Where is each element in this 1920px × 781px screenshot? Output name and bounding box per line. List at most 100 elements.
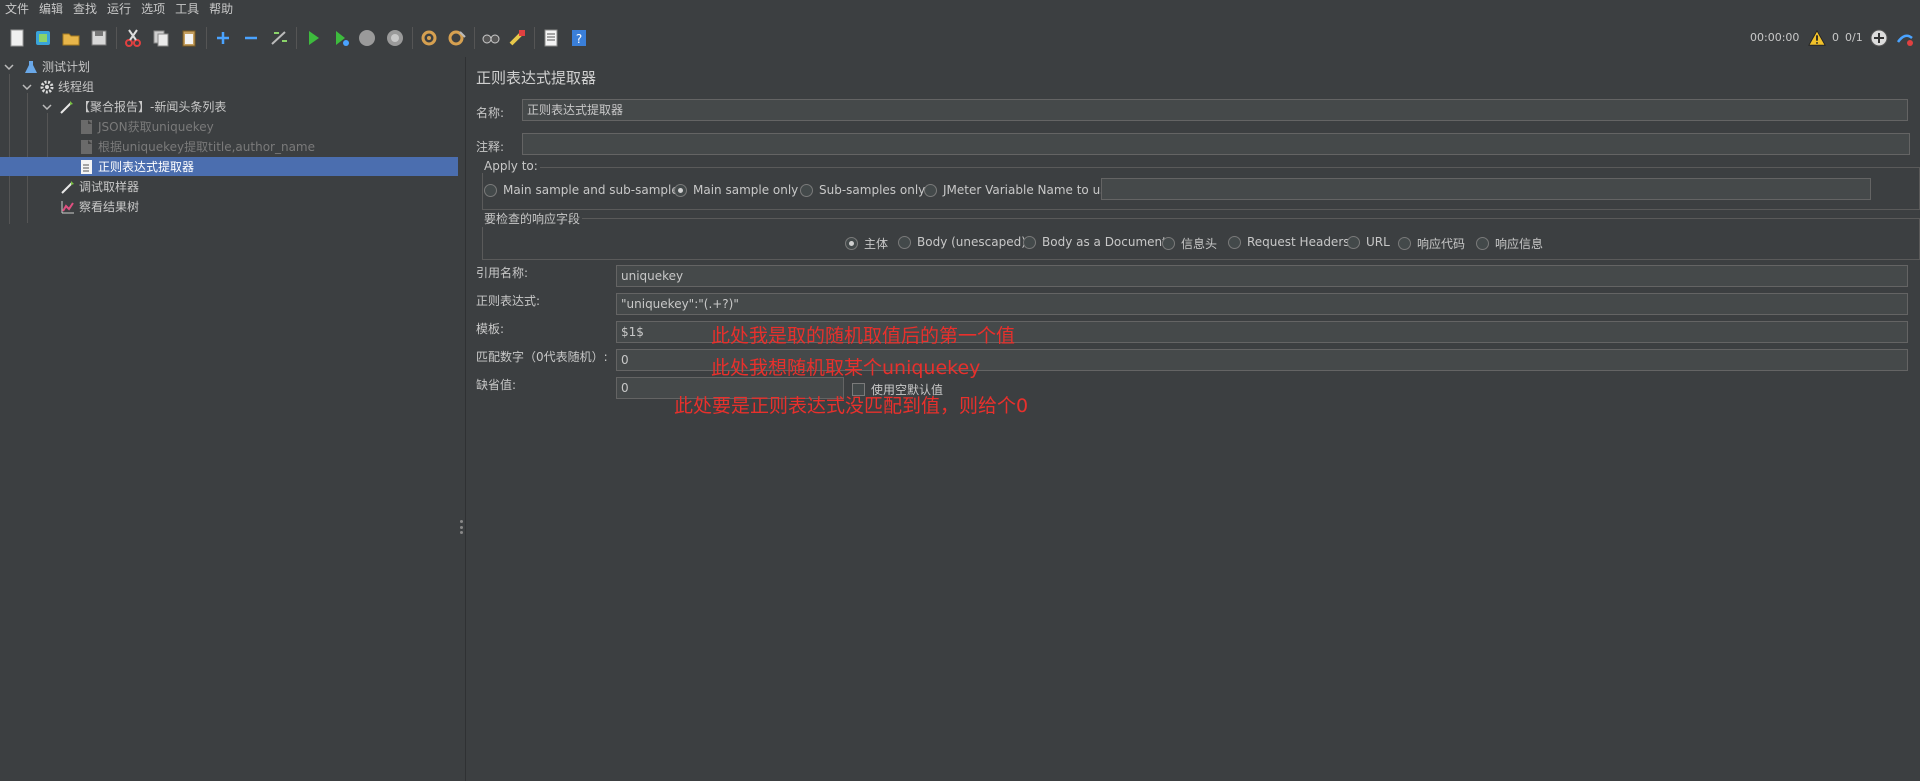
collapse-icon[interactable] — [240, 27, 262, 49]
test-plan-tree: 测试计划 线程组 【聚合报告】-新闻头条列表 JSON获取uniquekey 根… — [0, 57, 458, 781]
template-label: 模板: — [476, 322, 505, 336]
check-headers-radio[interactable]: 信息头 — [1162, 235, 1217, 252]
toggle-icon[interactable] — [268, 27, 290, 49]
chevron-down-icon[interactable] — [21, 81, 33, 93]
copy-icon[interactable] — [150, 27, 172, 49]
match-no-label: 匹配数字（0代表随机）: — [476, 350, 608, 364]
help-icon[interactable]: ? — [568, 27, 590, 49]
apply-sub-only-radio[interactable]: Sub-samples only — [800, 183, 925, 197]
check-response-message-radio[interactable]: 响应信息 — [1476, 235, 1543, 252]
radio-indicator — [1023, 235, 1036, 249]
menu-edit[interactable]: 编辑 — [34, 0, 68, 19]
menu-help[interactable]: 帮助 — [204, 0, 238, 19]
start-icon[interactable] — [302, 27, 324, 49]
comment-input[interactable] — [522, 133, 1910, 155]
listener-icon — [60, 199, 76, 215]
templates-icon[interactable] — [32, 27, 54, 49]
stop-icon[interactable] — [356, 27, 378, 49]
name-input[interactable]: 正则表达式提取器 — [522, 99, 1908, 121]
radio-label: 信息头 — [1181, 237, 1218, 251]
extractor-icon — [79, 119, 95, 135]
radio-label: Sub-samples only — [819, 183, 926, 197]
menu-file[interactable]: 文件 — [0, 0, 34, 19]
radio-label: Main sample only — [693, 183, 799, 197]
paste-icon[interactable] — [178, 27, 200, 49]
radio-indicator — [1476, 237, 1489, 250]
tree-item-debug-sampler[interactable]: 调试取样器 — [0, 177, 458, 196]
check-url-radio[interactable]: URL — [1347, 235, 1390, 249]
radio-label: 响应代码 — [1417, 237, 1466, 251]
field-to-check-label: 要检查的响应字段 — [482, 210, 583, 227]
splitter-handle[interactable] — [460, 520, 463, 534]
apply-main-and-sub-radio[interactable]: Main sample and sub-samples — [484, 183, 685, 197]
ref-name-input[interactable]: uniquekey — [616, 265, 1908, 287]
radio-label: Body as a Document — [1042, 235, 1167, 249]
log-viewer-icon[interactable] — [1894, 27, 1916, 49]
warning-icon[interactable] — [1808, 27, 1826, 49]
new-icon[interactable] — [6, 27, 28, 49]
default-value-label: 缺省值: — [476, 378, 517, 392]
cut-icon[interactable] — [122, 27, 144, 49]
radio-indicator — [845, 237, 858, 250]
toolbar: ? 00:00:00 0 0/1 — [0, 19, 1920, 58]
tree-item-regex-extractor[interactable]: 正则表达式提取器 — [0, 157, 458, 176]
check-request-headers-radio[interactable]: Request Headers — [1228, 235, 1350, 249]
menu-options[interactable]: 选项 — [136, 0, 170, 19]
radio-indicator — [1398, 237, 1411, 250]
search-icon[interactable] — [480, 27, 502, 49]
radio-indicator — [1162, 237, 1175, 250]
comment-label: 注释: — [476, 140, 505, 154]
tree-item-title-extractor[interactable]: 根据uniquekey提取title,author_name — [0, 137, 458, 156]
radio-label: Request Headers — [1247, 235, 1350, 249]
elapsed-time: 00:00:00 — [1750, 31, 1800, 44]
test-plan-icon — [23, 59, 39, 75]
warning-count: 0 — [1832, 31, 1839, 44]
shutdown-icon[interactable] — [384, 27, 406, 49]
tree-item-thread-group[interactable]: 线程组 — [0, 77, 458, 96]
annotation-match-no: 此处我想随机取某个uniquekey — [711, 357, 981, 379]
tree-item-aggregate-sampler[interactable]: 【聚合报告】-新闻头条列表 — [0, 97, 458, 116]
active-threads: 0/1 — [1845, 31, 1863, 44]
radio-label: Main sample and sub-samples — [503, 183, 685, 197]
radio-indicator — [924, 183, 937, 197]
page-title: 正则表达式提取器 — [476, 69, 597, 87]
function-helper-icon[interactable] — [540, 27, 562, 49]
chevron-down-icon[interactable] — [41, 101, 53, 113]
check-response-code-radio[interactable]: 响应代码 — [1398, 235, 1465, 252]
annotation-template: 此处我是取的随机取值后的第一个值 — [711, 325, 1016, 347]
tree-item-json-extractor[interactable]: JSON获取uniquekey — [0, 117, 458, 136]
tree-item-label: 测试计划 — [42, 60, 91, 74]
save-icon[interactable] — [88, 27, 110, 49]
apply-main-only-radio[interactable]: Main sample only — [674, 183, 798, 197]
menu-tools[interactable]: 工具 — [170, 0, 204, 19]
apply-to-label: Apply to: — [482, 159, 540, 173]
clear-all-icon[interactable] — [446, 27, 468, 49]
check-body-unescaped-radio[interactable]: Body (unescaped) — [898, 235, 1026, 249]
tree-item-label: 线程组 — [58, 80, 95, 94]
panel-splitter[interactable] — [458, 57, 466, 781]
tree-item-test-plan[interactable]: 测试计划 — [0, 57, 458, 76]
jmeter-variable-input[interactable] — [1101, 178, 1871, 200]
chevron-down-icon[interactable] — [3, 61, 15, 73]
tree-item-results-tree[interactable]: 察看结果树 — [0, 197, 458, 216]
open-icon[interactable] — [60, 27, 82, 49]
remote-start-icon[interactable] — [1868, 27, 1890, 49]
tree-item-label: 调试取样器 — [79, 180, 140, 194]
menu-run[interactable]: 运行 — [102, 0, 136, 19]
expand-icon[interactable] — [212, 27, 234, 49]
radio-label: 主体 — [864, 237, 889, 251]
radio-label: 响应信息 — [1495, 237, 1544, 251]
check-body-document-radio[interactable]: Body as a Document — [1023, 235, 1167, 249]
check-body-radio[interactable]: 主体 — [845, 235, 888, 252]
extractor-icon — [79, 139, 95, 155]
annotation-default: 此处要是正则表达式没匹配到值，则给个0 — [674, 395, 1029, 417]
radio-indicator — [484, 183, 497, 197]
clear-icon[interactable] — [418, 27, 440, 49]
gear-icon — [39, 79, 55, 95]
svg-text:?: ? — [576, 32, 582, 46]
apply-jmeter-var-radio[interactable]: JMeter Variable Name to use — [924, 183, 1114, 197]
regex-input[interactable]: "uniquekey":"(.+?)" — [616, 293, 1908, 315]
start-no-pause-icon[interactable] — [330, 27, 352, 49]
menu-search[interactable]: 查找 — [68, 0, 102, 19]
reset-search-icon[interactable] — [506, 27, 528, 49]
